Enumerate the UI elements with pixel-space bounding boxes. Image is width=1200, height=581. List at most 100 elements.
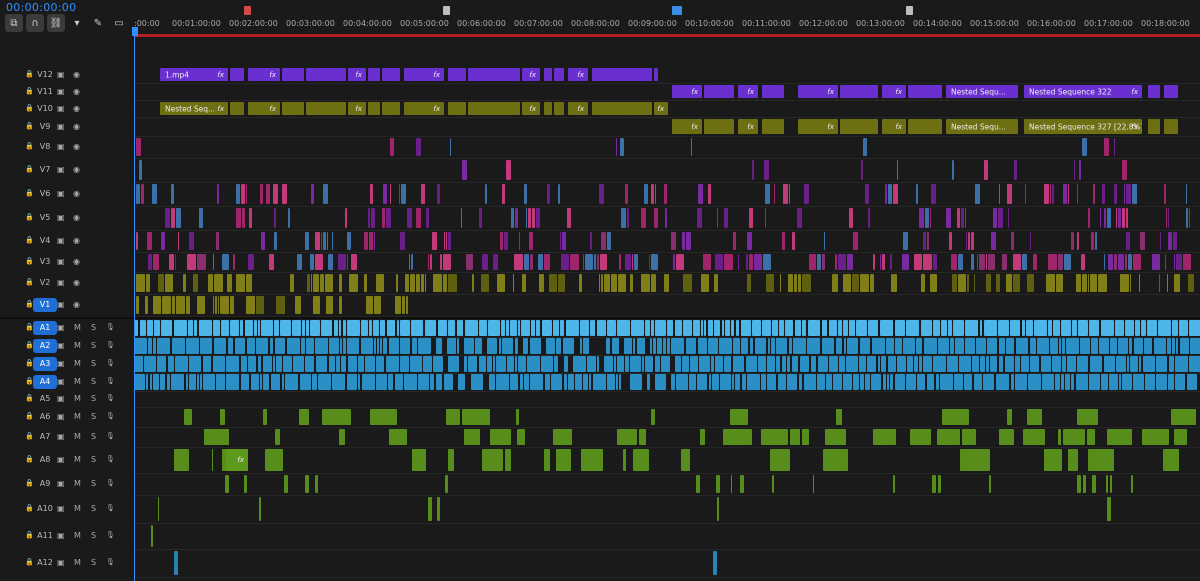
timeline-clip[interactable] — [972, 356, 979, 372]
timeline-clip[interactable] — [1100, 208, 1101, 228]
timeline-clip[interactable] — [171, 374, 184, 390]
track-name[interactable]: V6 — [33, 189, 57, 198]
timeline-clip[interactable] — [1131, 475, 1133, 493]
timeline-clip[interactable] — [226, 356, 239, 372]
timeline-clip[interactable] — [1090, 356, 1102, 372]
timeline-clip[interactable] — [311, 274, 312, 292]
timeline-clip[interactable] — [932, 475, 936, 493]
sync-lock-icon[interactable]: ▣ — [57, 165, 65, 174]
timeline-clip[interactable] — [897, 356, 906, 372]
timeline-clip[interactable] — [437, 184, 440, 204]
timeline-clip[interactable] — [446, 232, 447, 250]
timeline-clip[interactable] — [134, 338, 147, 354]
timeline-clip[interactable] — [479, 356, 486, 372]
timeline-clip[interactable] — [767, 374, 776, 390]
timeline-clip[interactable] — [348, 356, 357, 372]
video-audio-divider[interactable] — [0, 317, 1200, 319]
timeline-clip[interactable] — [704, 320, 706, 336]
timeline-clip[interactable] — [306, 320, 309, 336]
mute-button[interactable]: M — [74, 341, 81, 350]
timeline-clip[interactable] — [1122, 208, 1125, 228]
timeline-clip[interactable] — [996, 374, 1009, 390]
timeline-clip[interactable] — [838, 320, 842, 336]
timeline-clip[interactable] — [657, 338, 662, 354]
timeline-clip[interactable] — [220, 409, 225, 425]
timeline-clip[interactable] — [457, 320, 463, 336]
timeline-clip[interactable] — [175, 356, 188, 372]
timeline-clip[interactable] — [891, 274, 897, 292]
timeline-clip[interactable] — [817, 374, 825, 390]
timeline-clip[interactable] — [719, 338, 732, 354]
track-name[interactable]: A10 — [33, 504, 57, 513]
timeline-clip[interactable] — [144, 356, 156, 372]
timeline-clip[interactable] — [1168, 374, 1174, 390]
timeline-clip[interactable] — [829, 356, 838, 372]
timeline-clip[interactable] — [793, 338, 806, 354]
timeline-clip[interactable] — [908, 119, 942, 134]
timeline-clip[interactable] — [374, 232, 375, 250]
timeline-clip[interactable] — [597, 320, 606, 336]
timeline-clip[interactable] — [504, 232, 508, 250]
timeline-clip[interactable] — [544, 102, 552, 115]
timeline-clip[interactable] — [1083, 475, 1086, 493]
timeline-clip[interactable] — [1156, 374, 1167, 390]
sync-lock-icon[interactable]: ▣ — [57, 341, 65, 350]
timeline-clip[interactable] — [148, 338, 152, 354]
timeline-clip[interactable] — [376, 356, 384, 372]
timeline-clip[interactable] — [1186, 208, 1188, 228]
track-header-v7[interactable]: 🔒 V7 ▣ ◉ — [0, 158, 133, 182]
timeline-clip[interactable] — [147, 232, 152, 250]
timeline-clip[interactable] — [321, 232, 322, 250]
timeline-clip[interactable] — [445, 475, 448, 493]
timeline-clip[interactable] — [489, 374, 495, 390]
timeline-clip[interactable] — [411, 320, 423, 336]
timeline-clip[interactable] — [376, 374, 387, 390]
timeline-clip[interactable] — [1053, 320, 1060, 336]
timeline-clip[interactable] — [910, 429, 931, 445]
audio-lane-a12[interactable] — [134, 549, 1200, 578]
timeline-clip[interactable] — [236, 274, 245, 292]
timeline-clip[interactable] — [1090, 274, 1097, 292]
track-name[interactable]: V11 — [33, 87, 57, 96]
timeline-clip[interactable] — [518, 356, 526, 372]
timeline-clip[interactable] — [371, 208, 375, 228]
timeline-clip[interactable] — [215, 296, 217, 314]
timeline-clip[interactable] — [136, 274, 145, 292]
timeline-clip[interactable] — [502, 338, 513, 354]
timeline-clip[interactable] — [466, 254, 473, 270]
mute-button[interactable]: M — [74, 558, 81, 567]
voiceover-record-icon[interactable]: 🎙 — [106, 531, 115, 539]
timeline-clip[interactable] — [804, 374, 816, 390]
timeline-clip[interactable] — [365, 356, 375, 372]
timeline-clip[interactable]: Nested Seq... fx — [160, 102, 228, 115]
timeline-clip[interactable] — [418, 338, 431, 354]
timeline-clip[interactable] — [1130, 356, 1138, 372]
timeline-clip[interactable] — [1007, 184, 1012, 204]
timeline-clip[interactable] — [881, 356, 886, 372]
timeline-clip[interactable] — [942, 409, 969, 425]
timeline-clip[interactable]: fx — [522, 102, 540, 115]
timeline-clip[interactable] — [511, 208, 514, 228]
timeline-clip[interactable] — [779, 320, 784, 336]
track-name[interactable]: A7 — [33, 432, 57, 441]
timeline-clip[interactable] — [631, 320, 644, 336]
timeline-clip[interactable] — [664, 184, 667, 204]
timeline-clip[interactable] — [248, 254, 254, 270]
timeline-clip[interactable] — [724, 208, 728, 228]
timeline-clip[interactable] — [513, 274, 514, 292]
timeline-clip[interactable] — [852, 274, 859, 292]
timeline-clip[interactable] — [311, 184, 314, 204]
timeline-clip[interactable] — [1174, 274, 1180, 292]
timeline-clip[interactable] — [1172, 338, 1175, 354]
timeline-clip[interactable] — [468, 356, 477, 372]
timeline-clip[interactable] — [568, 374, 574, 390]
timeline-clip[interactable] — [741, 320, 751, 336]
timeline-clip[interactable] — [797, 208, 802, 228]
timeline-clip[interactable] — [487, 338, 497, 354]
timeline-clip[interactable] — [873, 429, 896, 445]
timeline-clip[interactable] — [983, 374, 994, 390]
timeline-clip[interactable] — [558, 274, 565, 292]
mute-button[interactable]: M — [74, 412, 81, 421]
timeline-clip[interactable] — [873, 254, 875, 270]
timeline-clip[interactable] — [974, 374, 982, 390]
